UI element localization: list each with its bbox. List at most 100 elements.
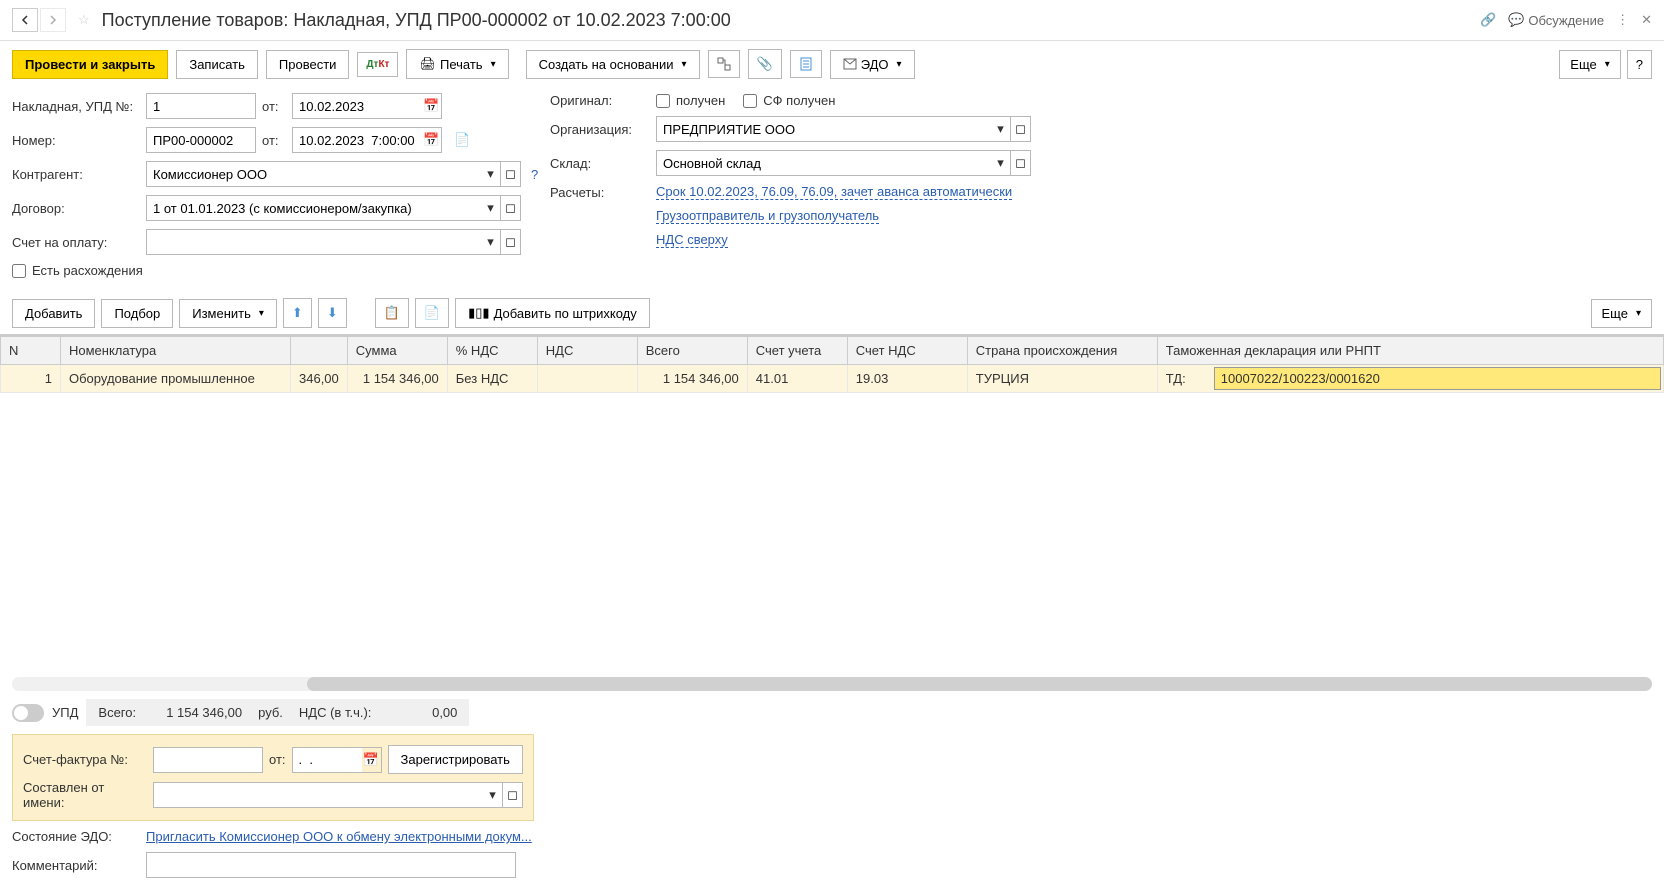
open-button[interactable]: ◻ [503,782,523,808]
calendar-icon[interactable]: 📅 [422,93,442,119]
cell-vat-pct[interactable]: Без НДС [447,365,537,393]
copy-button[interactable]: 📋 [375,298,409,328]
comment-input[interactable] [146,852,516,878]
paste-button[interactable]: 📄 [415,298,449,328]
col-total[interactable]: Всего [637,337,747,365]
sf-received-checkbox-wrap[interactable]: СФ получен [743,93,835,108]
link-icon[interactable]: 🔗 [1480,12,1496,28]
help-button[interactable]: ? [1627,50,1652,79]
col-sum[interactable]: Сумма [347,337,447,365]
report-button[interactable] [790,50,822,78]
open-button[interactable]: ◻ [1011,116,1031,142]
dropdown-button[interactable]: ▾ [481,161,501,187]
open-button[interactable]: ◻ [501,161,521,187]
col-qty[interactable] [291,337,348,365]
shipper-link[interactable]: Грузоотправитель и грузополучатель [656,208,879,224]
number-input[interactable] [146,127,256,153]
favorite-star-icon[interactable]: ☆ [78,12,90,28]
calendar-icon[interactable]: 📅 [362,747,382,773]
nav-forward-button[interactable] [40,8,66,32]
save-button[interactable]: Записать [176,50,258,79]
help-icon[interactable]: ? [531,167,538,182]
dropdown-button[interactable]: ▾ [483,782,503,808]
col-n[interactable]: N [1,337,61,365]
refresh-icon[interactable]: 📄 [454,132,470,148]
settlements-link[interactable]: Срок 10.02.2023, 76.09, 76.09, зачет ава… [656,184,1012,200]
col-nomenclature[interactable]: Номенклатура [61,337,291,365]
warehouse-label: Склад: [550,156,650,171]
scrollbar-thumb[interactable] [307,677,1652,691]
add-by-barcode-button[interactable]: ▮▯▮ Добавить по штрихкоду [455,298,650,328]
more-button[interactable]: Еще ▾ [1559,50,1620,79]
open-button[interactable]: ◻ [1011,150,1031,176]
dropdown-button[interactable]: ▾ [991,116,1011,142]
open-button[interactable]: ◻ [501,195,521,221]
discussion-button[interactable]: 💬 Обсуждение [1508,12,1604,28]
close-icon[interactable]: ✕ [1641,12,1652,28]
nav-back-button[interactable] [12,8,38,32]
sf-received-checkbox[interactable] [743,94,757,108]
received-checkbox-wrap[interactable]: получен [656,93,725,108]
post-and-close-button[interactable]: Провести и закрыть [12,50,168,79]
col-customs[interactable]: Таможенная декларация или РНПТ [1157,337,1663,365]
dropdown-button[interactable]: ▾ [481,229,501,255]
edo-button[interactable]: ЭДО ▾ [830,50,915,79]
create-based-on-button[interactable]: Создать на основании ▾ [526,50,700,79]
cell-vat[interactable] [537,365,637,393]
invoice-sf-num-input[interactable] [153,747,263,773]
upd-toggle[interactable] [12,704,44,722]
table-more-button[interactable]: Еще ▾ [1591,299,1652,328]
open-button[interactable]: ◻ [501,229,521,255]
cell-country[interactable]: ТУРЦИЯ [967,365,1157,393]
invoice-num-input[interactable] [146,93,256,119]
dropdown-button[interactable]: ▾ [481,195,501,221]
add-row-button[interactable]: Добавить [12,299,95,328]
create-based-label: Создать на основании [539,57,674,72]
contract-input[interactable] [146,195,481,221]
organization-input[interactable] [656,116,991,142]
cell-n[interactable]: 1 [1,365,61,393]
calendar-icon[interactable]: 📅 [422,127,442,153]
col-vat-pct[interactable]: % НДС [447,337,537,365]
warehouse-input[interactable] [656,150,991,176]
table-row[interactable]: 1 Оборудование промышленное 346,00 1 154… [1,365,1664,393]
invoice-date-input[interactable] [292,93,422,119]
number-date-input[interactable] [292,127,422,153]
select-items-button[interactable]: Подбор [101,299,173,328]
register-button[interactable]: Зарегистрировать [388,745,523,774]
col-country[interactable]: Страна происхождения [967,337,1157,365]
cell-nomenclature[interactable]: Оборудование промышленное [61,365,291,393]
cell-qty[interactable]: 346,00 [291,365,348,393]
dropdown-button[interactable]: ▾ [991,150,1011,176]
cell-vat-account[interactable]: 19.03 [847,365,967,393]
discrepancies-checkbox-wrap[interactable]: Есть расхождения [12,263,143,278]
counterparty-input[interactable] [146,161,481,187]
attachment-button[interactable]: 📎 [748,49,782,79]
cell-sum[interactable]: 1 154 346,00 [347,365,447,393]
related-docs-button[interactable] [708,50,740,78]
printer-icon: 🖨 [419,56,436,72]
col-account[interactable]: Счет учета [747,337,847,365]
col-vat[interactable]: НДС [537,337,637,365]
cell-account[interactable]: 41.01 [747,365,847,393]
print-button[interactable]: 🖨 Печать ▾ [406,49,508,79]
cell-customs[interactable]: 10007022/100223/0001620 [1214,367,1661,390]
discrepancies-checkbox[interactable] [12,264,26,278]
invoice-sf-date-input[interactable] [292,747,362,773]
dtkt-button[interactable]: ДтКт [357,52,398,77]
post-button[interactable]: Провести [266,50,350,79]
cell-customs-wrap[interactable]: ТД: 10007022/100223/0001620 [1157,365,1663,393]
issued-by-input[interactable] [153,782,483,808]
payment-invoice-input[interactable] [146,229,481,255]
vat-link[interactable]: НДС сверху [656,232,728,248]
edo-state-link[interactable]: Пригласить Комиссионер ООО к обмену элек… [146,829,532,844]
more-menu-icon[interactable]: ⋮ [1616,12,1629,28]
cell-total[interactable]: 1 154 346,00 [637,365,747,393]
vat-incl-value: 0,00 [387,705,457,720]
received-checkbox[interactable] [656,94,670,108]
col-vat-account[interactable]: Счет НДС [847,337,967,365]
change-button[interactable]: Изменить ▾ [179,299,277,328]
move-down-button[interactable]: ⬇ [318,298,347,328]
horizontal-scrollbar[interactable] [12,677,1652,691]
move-up-button[interactable]: ⬆ [283,298,312,328]
